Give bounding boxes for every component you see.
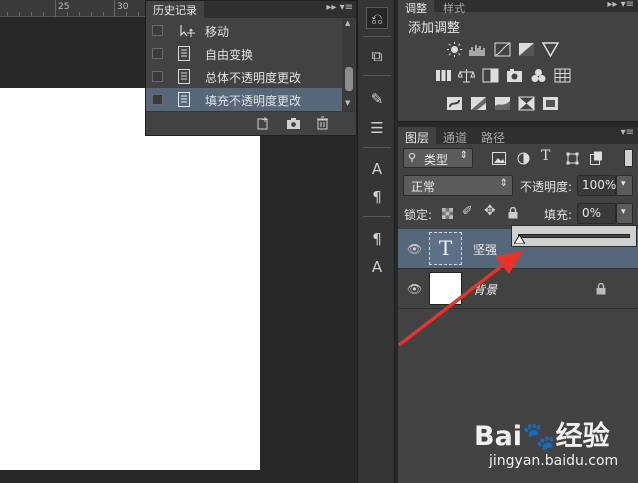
tab-history[interactable]: 历史记录: [146, 1, 204, 18]
fill-slider-track[interactable]: [518, 234, 630, 238]
history-item-selected[interactable]: 填充不透明度更改: [146, 88, 342, 111]
adjustment-layer-filter-icon[interactable]: [517, 152, 530, 165]
character-style-icon[interactable]: A: [366, 256, 388, 278]
fill-input[interactable]: 0%: [577, 203, 616, 224]
document-icon: [178, 69, 190, 84]
3d-cube-icon[interactable]: ⧉: [366, 45, 388, 67]
opacity-dropdown-button[interactable]: ▾: [616, 175, 633, 196]
fill-label: 填充:: [544, 208, 573, 222]
selective-color-icon[interactable]: [542, 96, 559, 111]
smart-object-filter-icon[interactable]: [590, 151, 603, 165]
type-layer-filter-icon[interactable]: T: [541, 148, 550, 164]
paragraph-icon[interactable]: ¶: [366, 186, 388, 208]
tab-styles[interactable]: 样式: [436, 0, 472, 15]
baidu-jingyan-watermark: Bai🐾经验: [474, 421, 610, 452]
tab-adjustments[interactable]: 调整: [398, 0, 434, 15]
brightness-icon[interactable]: [446, 42, 463, 57]
opacity-label: 不透明度:: [520, 180, 573, 194]
history-item-label: 移动: [205, 25, 230, 39]
snapshot-checkbox[interactable]: [152, 48, 163, 59]
shape-layer-filter-icon[interactable]: [566, 152, 579, 165]
history-item-label: 填充不透明度更改: [205, 94, 302, 108]
tab-paths[interactable]: 路径: [474, 127, 512, 145]
scroll-down-icon[interactable]: ▼: [345, 99, 350, 107]
chevron-down-icon: ▾: [621, 179, 626, 189]
trash-icon[interactable]: [316, 116, 329, 130]
hue-saturation-icon[interactable]: [435, 68, 452, 83]
black-white-icon[interactable]: [482, 68, 499, 83]
snapshot-checkbox[interactable]: [152, 94, 163, 105]
posterize-icon[interactable]: [470, 96, 487, 111]
panel-menu-icon[interactable]: ▸▸ ▾≡: [607, 0, 634, 10]
document-icon: [178, 46, 190, 61]
snapshot-checkbox[interactable]: [152, 25, 163, 36]
move-icon: [180, 25, 195, 37]
channel-mixer-icon[interactable]: [530, 68, 547, 83]
lock-icon: [596, 283, 606, 295]
document-icon: [178, 92, 190, 107]
lock-all-icon[interactable]: [508, 207, 518, 219]
paragraph-style-icon[interactable]: ¶: [366, 228, 388, 250]
new-document-icon[interactable]: [256, 116, 270, 130]
color-balance-icon[interactable]: [458, 68, 475, 83]
history-item-label: 总体不透明度更改: [205, 71, 302, 85]
color-lookup-icon[interactable]: [554, 68, 571, 83]
history-item[interactable]: 总体不透明度更改: [146, 65, 342, 88]
snapshot-checkbox[interactable]: [152, 71, 163, 82]
camera-icon[interactable]: [286, 116, 301, 130]
tab-channels[interactable]: 通道: [436, 127, 474, 145]
fill-value: 0%: [582, 206, 602, 220]
panel-menu-icon[interactable]: ▸▸ ▾≡: [326, 2, 353, 13]
threshold-icon[interactable]: [494, 96, 511, 111]
history-footer: [146, 111, 356, 135]
annotation-arrow: [397, 250, 523, 347]
curves-icon[interactable]: [494, 42, 511, 57]
pixel-layer-filter-icon[interactable]: [492, 152, 506, 165]
brush-preset-icon[interactable]: ✎: [366, 88, 388, 110]
chevron-updown-icon: ⇕: [499, 178, 508, 189]
character-icon[interactable]: A: [366, 158, 388, 180]
history-item-label: 自由变换: [205, 48, 254, 62]
blend-mode-value: 正常: [411, 180, 436, 194]
opacity-value: 100%: [582, 178, 617, 192]
history-scrollbar[interactable]: [342, 19, 355, 111]
history-item[interactable]: 自由变换: [146, 42, 342, 65]
vibrance-icon[interactable]: [542, 42, 559, 57]
ruler-mark: 25: [58, 2, 70, 12]
history-item[interactable]: 移动: [146, 19, 342, 42]
filter-label: 类型: [424, 153, 449, 167]
opacity-input[interactable]: 100%: [577, 175, 616, 196]
lock-position-icon[interactable]: ✥: [484, 203, 496, 219]
watermark-url: jingyan.baidu.com: [489, 453, 619, 469]
adjustments-title: 添加调整: [408, 21, 461, 36]
search-icon: ⚲: [408, 151, 417, 164]
exposure-icon[interactable]: [518, 42, 535, 57]
gradient-map-icon[interactable]: [518, 96, 535, 111]
photo-filter-icon[interactable]: [506, 68, 523, 83]
panel-menu-icon[interactable]: ▾≡: [621, 127, 634, 138]
scrollbar-thumb[interactable]: [345, 67, 353, 91]
ruler-mark: 30: [117, 2, 129, 12]
document-canvas[interactable]: [0, 88, 260, 470]
panel-icon-strip: ⎌ ⧉ ✎ ☰ A ¶ ¶ A: [357, 0, 395, 483]
levels-icon[interactable]: [469, 42, 486, 57]
lock-transparent-pixels-icon[interactable]: [442, 208, 453, 219]
sliders-icon[interactable]: ☰: [366, 117, 388, 139]
lock-image-pixels-icon[interactable]: ✐: [462, 204, 473, 219]
layer-filter-select[interactable]: ⚲ 类型 ⇕: [403, 148, 473, 168]
horizontal-ruler: 25 30: [0, 0, 148, 17]
invert-icon[interactable]: [446, 96, 463, 111]
history-panel-icon[interactable]: ⎌: [366, 7, 388, 29]
adjustments-panel: 调整 样式 ▸▸ ▾≡ 添加调整: [398, 0, 638, 122]
chevron-updown-icon: ⇕: [459, 150, 468, 161]
lock-label: 锁定:: [404, 208, 433, 222]
tab-layers[interactable]: 图层: [398, 127, 437, 145]
history-panel: 历史记录 ▸▸ ▾≡ 移动 自由变换 总体不透明度更改 填充不透明度更改 ▲ ▼: [145, 0, 357, 136]
chevron-down-icon: ▾: [621, 207, 626, 217]
blend-mode-select[interactable]: 正常 ⇕: [403, 175, 513, 196]
fill-dropdown-button[interactable]: ▾: [616, 203, 633, 224]
scroll-up-icon[interactable]: ▲: [345, 19, 350, 27]
filter-toggle-switch[interactable]: [624, 149, 633, 167]
